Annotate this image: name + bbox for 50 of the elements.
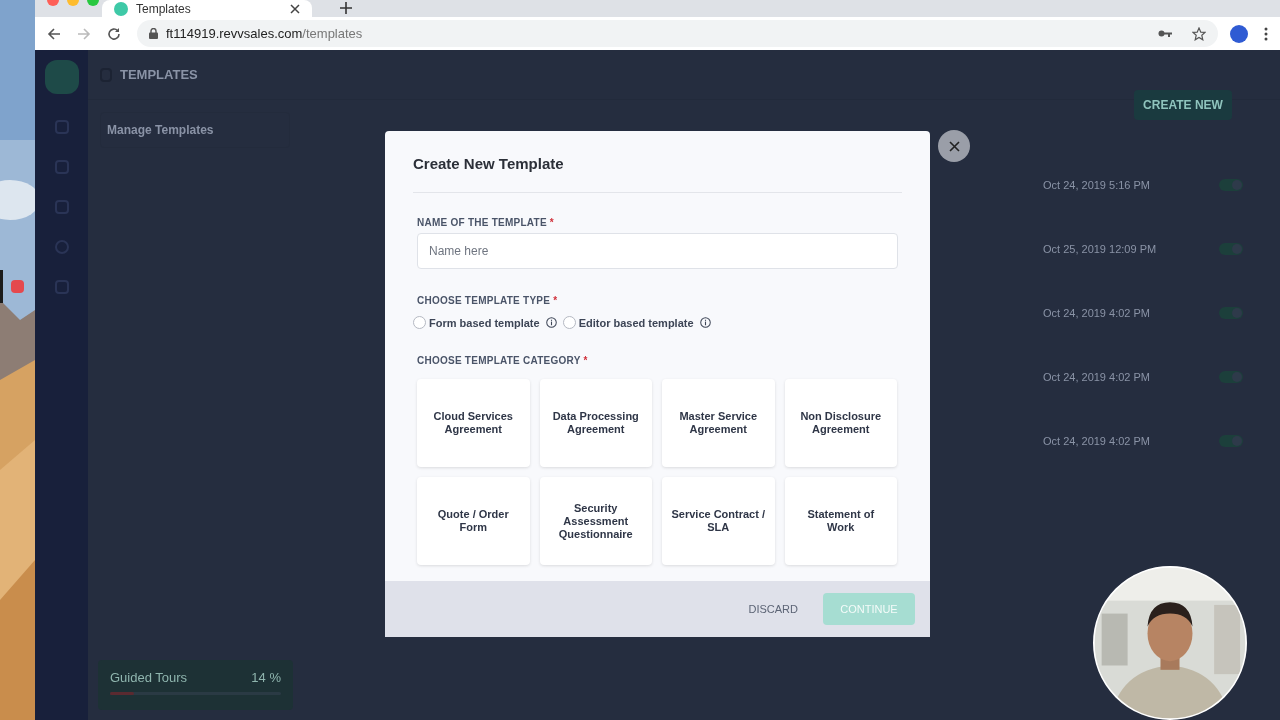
close-icon bbox=[948, 140, 960, 152]
date-cell-text: Oct 25, 2019 12:09 PM bbox=[1043, 241, 1158, 257]
field-label: CHOOSE TEMPLATE CATEGORY * bbox=[417, 354, 589, 368]
progress-percent: 14 % bbox=[251, 669, 281, 687]
menu-icon[interactable] bbox=[1264, 26, 1268, 41]
radio-button[interactable] bbox=[562, 316, 576, 330]
discard-button[interactable]: DISCARD bbox=[748, 600, 798, 618]
category-card[interactable]: Cloud Services Agreement bbox=[417, 379, 530, 467]
category-card[interactable]: Data Processing Agreement bbox=[539, 379, 652, 467]
radio-label[interactable]: Editor based template bbox=[578, 314, 694, 331]
info-icon[interactable] bbox=[545, 317, 557, 329]
date-cell-text: Oct 24, 2019 4:02 PM bbox=[1043, 433, 1151, 449]
category-card[interactable]: Service Contract / SLA bbox=[662, 477, 775, 565]
field-label: NAME OF THE TEMPLATE * bbox=[417, 215, 555, 230]
lock-icon bbox=[149, 28, 158, 39]
key-icon[interactable] bbox=[1158, 29, 1172, 38]
new-tab-icon[interactable] bbox=[340, 2, 352, 14]
url-text: ft114919.revvsales.com/templates bbox=[166, 24, 364, 43]
date-cell-text: Oct 24, 2019 5:16 PM bbox=[1043, 177, 1151, 193]
back-icon[interactable] bbox=[47, 26, 61, 41]
tab[interactable]: Templates bbox=[102, 0, 312, 17]
tab-favicon-icon bbox=[114, 1, 128, 16]
category-card[interactable]: Quote / Order Form bbox=[417, 477, 530, 565]
guided-tours-panel[interactable]: Guided Tours 14 % bbox=[98, 660, 293, 710]
guided-tours-label: Guided Tours bbox=[110, 669, 188, 687]
create-new-button[interactable]: CREATE NEW bbox=[1134, 90, 1232, 120]
radio-label[interactable]: Form based template bbox=[429, 314, 540, 331]
category-card[interactable]: Security Assessment Questionnaire bbox=[539, 477, 652, 565]
info-icon[interactable] bbox=[699, 317, 711, 329]
close-button[interactable] bbox=[938, 130, 970, 162]
category-card[interactable]: Master Service Agreement bbox=[662, 379, 775, 467]
date-cell-text: Oct 24, 2019 4:02 PM bbox=[1043, 369, 1151, 385]
profile-avatar-icon[interactable] bbox=[1230, 24, 1248, 43]
reload-icon[interactable] bbox=[107, 26, 121, 41]
star-icon[interactable] bbox=[1192, 26, 1206, 41]
category-card[interactable]: Non Disclosure Agreement bbox=[784, 379, 897, 467]
app-logo-icon[interactable] bbox=[44, 60, 79, 94]
category-card[interactable]: Statement of Work bbox=[784, 477, 897, 565]
date-cell-text: Oct 24, 2019 4:02 PM bbox=[1043, 305, 1151, 321]
address-bar[interactable]: ft114919.revvsales.com/templates bbox=[137, 20, 1218, 47]
close-icon[interactable] bbox=[290, 3, 300, 14]
stop-recording-icon[interactable] bbox=[11, 280, 24, 293]
field-label: CHOOSE TEMPLATE TYPE * bbox=[417, 293, 559, 308]
forward-icon[interactable] bbox=[77, 26, 91, 41]
name-input-field[interactable]: Name here bbox=[417, 232, 898, 269]
dialog-title: Create New Template bbox=[413, 153, 902, 193]
page-title: TEMPLATES bbox=[120, 65, 198, 84]
radio-button[interactable] bbox=[413, 316, 426, 330]
tab-title: Templates bbox=[136, 2, 192, 15]
recording-bar bbox=[0, 270, 3, 303]
